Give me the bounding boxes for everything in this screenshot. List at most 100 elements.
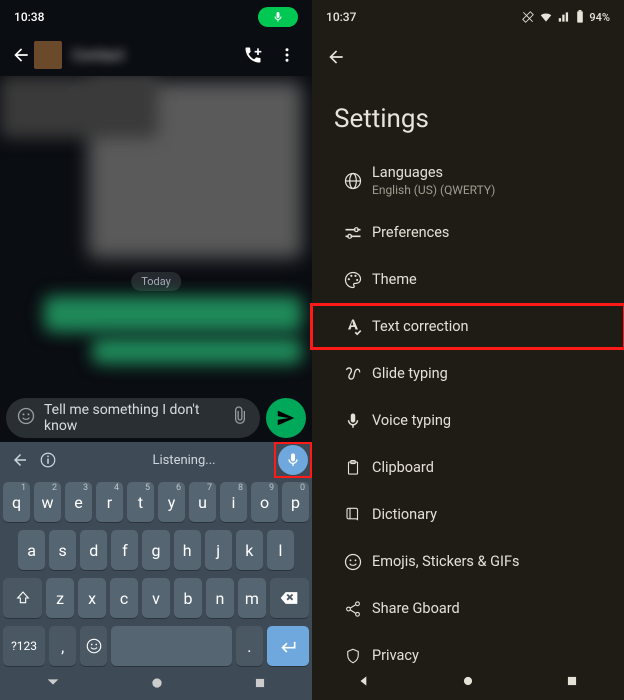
more-vert-icon xyxy=(278,46,296,64)
message-input-text: Tell me something I don't know xyxy=(44,402,230,434)
settings-item-text-correction[interactable]: Text correction xyxy=(312,303,624,350)
settings-back[interactable] xyxy=(312,34,624,80)
settings-item-languages[interactable]: LanguagesEnglish (US) (QWERTY) xyxy=(312,152,624,209)
status-bar-right: 10:37 94% xyxy=(312,0,624,34)
keyboard-row-3: z x c v b n m xyxy=(0,574,312,622)
key-m[interactable]: m xyxy=(238,578,266,618)
key-k[interactable]: k xyxy=(236,530,263,570)
key-i[interactable]: i8 xyxy=(220,482,247,522)
settings-item-voice[interactable]: Voice typing xyxy=(312,397,624,444)
share-icon xyxy=(344,600,362,618)
key-p[interactable]: p0 xyxy=(282,482,309,522)
more-button[interactable] xyxy=(270,46,304,64)
circle-icon xyxy=(461,674,475,688)
incoming-image-2[interactable] xyxy=(0,76,158,138)
key-c[interactable]: c xyxy=(110,578,138,618)
key-o[interactable]: o9 xyxy=(251,482,278,522)
shield-icon xyxy=(344,647,362,665)
send-button[interactable] xyxy=(266,398,306,438)
keyboard-info-button[interactable] xyxy=(34,446,62,474)
arrow-left-icon xyxy=(11,451,29,469)
key-g[interactable]: g xyxy=(142,530,169,570)
backspace-icon xyxy=(279,588,299,608)
chat-body[interactable]: Today xyxy=(0,76,312,434)
nav-home[interactable] xyxy=(461,673,475,692)
battery-icon xyxy=(575,10,585,24)
key-z[interactable]: z xyxy=(46,578,74,618)
key-x[interactable]: x xyxy=(78,578,106,618)
key-emoji[interactable] xyxy=(80,626,107,666)
message-input[interactable]: Tell me something I don't know xyxy=(6,398,260,438)
settings-screen: 10:37 94% Settings LanguagesEnglish (US)… xyxy=(312,0,624,700)
key-h[interactable]: h xyxy=(174,530,201,570)
settings-item-share[interactable]: Share Gboard xyxy=(312,585,624,632)
keyboard-back-button[interactable] xyxy=(6,446,34,474)
key-a[interactable]: a xyxy=(18,530,45,570)
key-t[interactable]: t5 xyxy=(127,482,154,522)
key-u[interactable]: u7 xyxy=(189,482,216,522)
key-s[interactable]: s xyxy=(49,530,76,570)
key-d[interactable]: d xyxy=(80,530,107,570)
nav-bar-left xyxy=(0,668,312,700)
settings-item-theme[interactable]: Theme xyxy=(312,256,624,303)
key-w[interactable]: w2 xyxy=(34,482,61,522)
wifi-icon xyxy=(539,10,553,24)
key-b[interactable]: b xyxy=(174,578,202,618)
back-button[interactable] xyxy=(8,45,34,65)
add-call-icon xyxy=(243,45,263,65)
nav-recent[interactable] xyxy=(565,673,579,692)
globe-icon xyxy=(343,171,363,191)
attach-icon[interactable] xyxy=(230,406,250,430)
nav-back[interactable] xyxy=(357,673,371,692)
outgoing-message-2[interactable] xyxy=(92,338,302,364)
key-period[interactable]: . xyxy=(236,626,263,666)
settings-item-dictionary[interactable]: Dictionary xyxy=(312,491,624,538)
key-enter[interactable] xyxy=(267,626,309,666)
key-f[interactable]: f xyxy=(111,530,138,570)
keyboard-row-4: ?123 , . xyxy=(0,622,312,670)
settings-sublabel: English (US) (QWERTY) xyxy=(372,183,495,197)
key-y[interactable]: y6 xyxy=(158,482,185,522)
video-call-button[interactable] xyxy=(236,45,270,65)
book-icon xyxy=(344,506,362,524)
key-q[interactable]: q1 xyxy=(3,482,30,522)
contact-name[interactable]: Contact xyxy=(72,46,236,64)
emoji-icon xyxy=(85,637,103,655)
key-n[interactable]: n xyxy=(206,578,234,618)
chat-screen: 10:38 Contact Today Te xyxy=(0,0,312,700)
settings-item-emojis[interactable]: Emojis, Stickers & GIFs xyxy=(312,538,624,585)
circle-icon xyxy=(150,676,164,690)
chat-header: Contact xyxy=(0,34,312,76)
settings-item-preferences[interactable]: Preferences xyxy=(312,209,624,256)
square-icon xyxy=(565,674,579,688)
listening-label: Listening... xyxy=(62,453,306,468)
day-chip: Today xyxy=(131,272,181,291)
shift-icon xyxy=(15,590,31,606)
key-j[interactable]: j xyxy=(205,530,232,570)
outgoing-message-1[interactable] xyxy=(44,296,302,332)
key-e[interactable]: e3 xyxy=(65,482,92,522)
settings-item-clipboard[interactable]: Clipboard xyxy=(312,444,624,491)
signal-icon xyxy=(557,10,571,24)
emoji-icon[interactable] xyxy=(16,406,36,430)
triangle-down-icon xyxy=(45,674,61,690)
info-icon xyxy=(39,451,57,469)
key-l[interactable]: l xyxy=(267,530,294,570)
key-comma[interactable]: , xyxy=(49,626,76,666)
key-symbols[interactable]: ?123 xyxy=(3,626,45,666)
status-icons: 94% xyxy=(521,10,610,24)
nav-home[interactable] xyxy=(150,675,164,694)
mic-icon xyxy=(344,412,362,430)
nav-back[interactable] xyxy=(45,674,61,694)
mic-indicator-pill[interactable] xyxy=(258,7,298,27)
mic-icon xyxy=(272,11,284,23)
key-space[interactable] xyxy=(111,626,231,666)
key-v[interactable]: v xyxy=(142,578,170,618)
contact-avatar[interactable] xyxy=(34,41,62,69)
key-r[interactable]: r4 xyxy=(96,482,123,522)
settings-list[interactable]: LanguagesEnglish (US) (QWERTY) Preferenc… xyxy=(312,152,624,679)
nav-recent[interactable] xyxy=(253,675,267,694)
settings-item-glide[interactable]: Glide typing xyxy=(312,350,624,397)
key-backspace[interactable] xyxy=(270,578,309,618)
key-shift[interactable] xyxy=(3,578,42,618)
